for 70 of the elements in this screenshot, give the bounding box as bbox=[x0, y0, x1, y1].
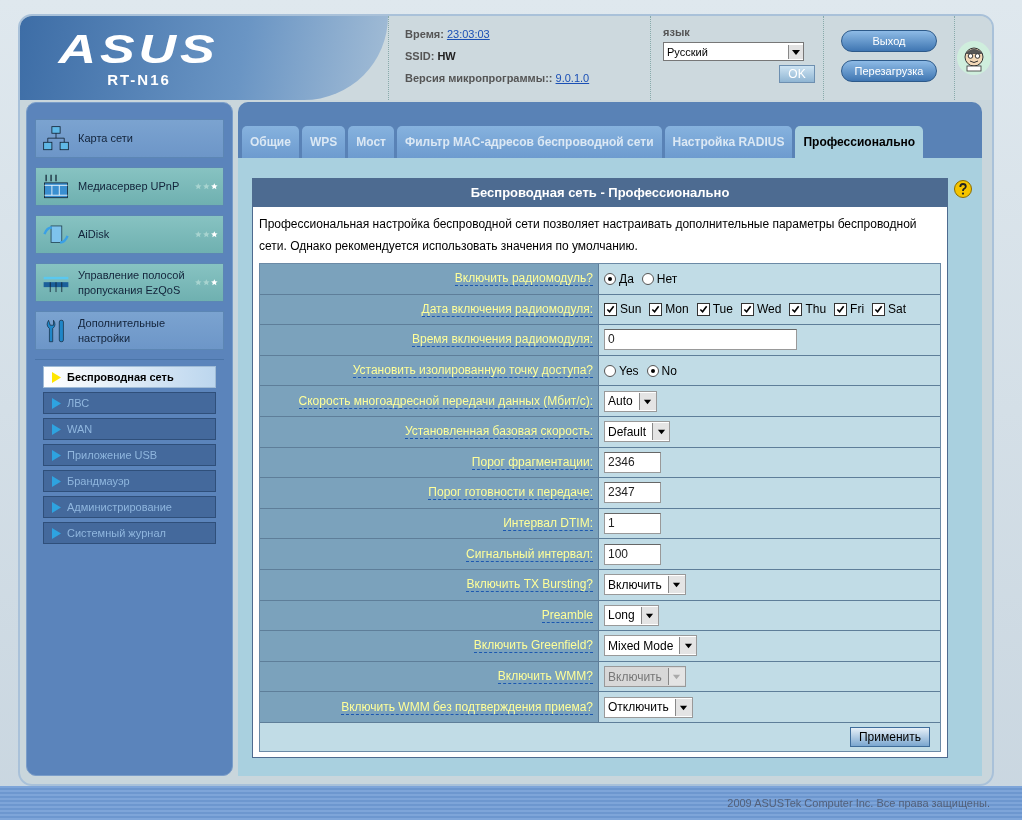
language-dropdown[interactable]: Русский bbox=[663, 42, 804, 61]
time-input-field[interactable]: 0 bbox=[604, 329, 797, 351]
checkmark-icon bbox=[698, 304, 708, 314]
triangle-icon bbox=[52, 423, 61, 435]
input-field[interactable]: 2346 bbox=[604, 451, 661, 473]
select-dropdown[interactable]: Auto bbox=[604, 390, 657, 412]
select-dropdown[interactable]: Mixed Mode bbox=[604, 635, 698, 657]
day-checkbox[interactable]: Mon bbox=[649, 302, 689, 317]
triangle-icon bbox=[52, 371, 61, 383]
input-field[interactable]: 1 bbox=[604, 513, 661, 535]
film-music-icon bbox=[42, 172, 70, 201]
dropdown-arrow-icon bbox=[672, 672, 682, 681]
time-link[interactable]: 23:03:03 bbox=[446, 28, 490, 40]
radio-option[interactable]: Yes bbox=[604, 363, 639, 378]
sidebar-item[interactable]: Дополнительные настройки bbox=[35, 311, 224, 350]
radio-option[interactable]: Да bbox=[604, 271, 634, 286]
radio-option[interactable]: Нет bbox=[641, 271, 678, 286]
day-checkbox[interactable]: Sat bbox=[872, 302, 907, 317]
mascot-icon bbox=[955, 40, 992, 76]
sidebar-item[interactable]: Управление полосой пропускания EzQoS bbox=[35, 263, 224, 302]
select-dropdown[interactable]: Включить bbox=[604, 574, 686, 596]
firmware-label: Версия микропрограммы:: bbox=[405, 72, 553, 84]
select-dropdown[interactable]: Отключить bbox=[604, 696, 693, 718]
triangle-icon bbox=[52, 449, 61, 461]
model-name: RT-N16 bbox=[107, 70, 171, 88]
language-label: язык bbox=[663, 26, 691, 38]
checkmark-icon bbox=[836, 304, 846, 314]
apply-button[interactable]: Применить bbox=[850, 726, 930, 747]
dropdown-arrow-icon bbox=[672, 580, 682, 590]
ssid-value: HW bbox=[437, 50, 456, 62]
sidebar-item[interactable]: Карта сети bbox=[35, 119, 224, 158]
panel-title: Беспроводная сеть - Профессионально bbox=[253, 179, 947, 207]
dropdown-arrow-icon bbox=[656, 427, 666, 437]
triangle-icon bbox=[52, 397, 61, 409]
sidebar-item[interactable]: Медиасервер UPnP bbox=[35, 167, 224, 206]
ssid-label: SSID: bbox=[405, 50, 435, 62]
network-icon bbox=[42, 124, 70, 153]
select-dropdown[interactable]: Long bbox=[604, 604, 659, 626]
radio-option[interactable]: No bbox=[646, 363, 677, 378]
input-field[interactable]: 2347 bbox=[604, 482, 661, 504]
firmware-link[interactable]: 9.0.1.0 bbox=[555, 72, 590, 84]
day-checkbox[interactable]: Wed bbox=[740, 302, 782, 317]
help-icon[interactable] bbox=[954, 180, 972, 198]
day-checkbox[interactable]: Fri bbox=[834, 302, 865, 317]
checkmark-icon bbox=[874, 304, 884, 314]
select-dropdown[interactable]: Default bbox=[604, 421, 671, 443]
description-text: Профессиональная настройка беспроводной сети позволяет настраивать дополнительные параметры беспроводной сети. Однако рекомендуется использовать значения по умолчанию. bbox=[258, 216, 918, 255]
triangle-icon bbox=[52, 527, 61, 539]
reboot-button[interactable]: Перезагрузка bbox=[841, 60, 937, 82]
stars-icon bbox=[195, 183, 219, 190]
dropdown-arrow-icon bbox=[683, 641, 693, 651]
checkmark-icon bbox=[791, 304, 801, 314]
day-checkbox[interactable]: Sun bbox=[604, 302, 642, 317]
sidebar-item[interactable]: AiDisk bbox=[35, 215, 224, 254]
submenu-item[interactable]: Беспроводная сеть bbox=[43, 366, 216, 388]
checkmark-icon bbox=[606, 304, 615, 314]
stars-icon bbox=[195, 231, 219, 238]
day-checkbox[interactable]: Tue bbox=[696, 302, 733, 317]
stars-icon bbox=[195, 279, 219, 286]
brand-logo: ASUS bbox=[58, 28, 220, 69]
triangle-icon bbox=[52, 501, 61, 513]
checkmark-icon bbox=[742, 304, 752, 314]
logout-button[interactable]: Выход bbox=[841, 30, 937, 52]
triangle-icon bbox=[52, 475, 61, 487]
input-field[interactable]: 100 bbox=[604, 543, 661, 565]
tab[interactable]: Профессионально bbox=[795, 126, 924, 158]
time-label: Время: bbox=[405, 28, 444, 40]
checkmark-icon bbox=[651, 304, 661, 314]
day-checkbox[interactable]: Thu bbox=[789, 302, 827, 317]
copyright-text: 2009 ASUSTek Computer Inc. Все права защищены. bbox=[727, 797, 990, 809]
